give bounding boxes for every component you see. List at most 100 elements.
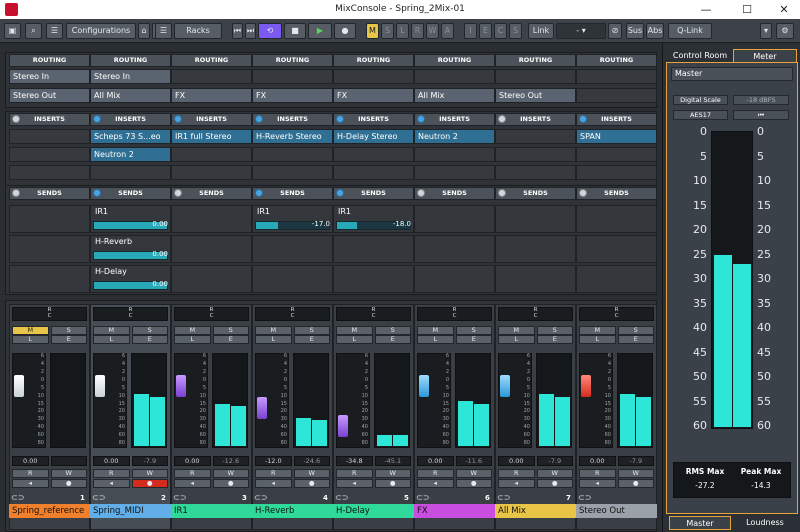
insert-slot-2[interactable] bbox=[495, 147, 576, 162]
record-enable-icon[interactable]: ● bbox=[293, 479, 330, 488]
routing-output-slot[interactable]: Stereo Out bbox=[9, 88, 90, 103]
insert-power-icon[interactable] bbox=[255, 115, 263, 123]
meter-value[interactable]: -7.9 bbox=[536, 456, 573, 466]
insert-slot-2[interactable]: Neutron 2 bbox=[90, 147, 171, 162]
insert-slot-3[interactable] bbox=[90, 165, 171, 180]
read-global-button[interactable]: R bbox=[411, 23, 424, 39]
routing-output-slot[interactable]: All Mix bbox=[90, 88, 171, 103]
insert-power-icon[interactable] bbox=[174, 115, 182, 123]
unlink-icon[interactable]: ⊘ bbox=[608, 23, 622, 39]
go-to-end-icon[interactable]: ⏭ bbox=[245, 23, 256, 39]
channel-name[interactable]: FX bbox=[414, 504, 495, 518]
link-button[interactable]: Link bbox=[528, 23, 554, 39]
insert-slot-1[interactable]: Neutron 2 bbox=[414, 129, 495, 144]
solo-button[interactable]: S bbox=[212, 326, 249, 335]
home-icon[interactable]: ⌂ bbox=[138, 23, 150, 39]
insert-power-icon[interactable] bbox=[336, 115, 344, 123]
record-enable-icon[interactable]: ● bbox=[131, 479, 168, 488]
tab-meter[interactable]: Meter bbox=[733, 49, 797, 62]
rms-max-value[interactable]: -27.2 bbox=[680, 481, 730, 490]
fader-handle[interactable] bbox=[176, 374, 186, 397]
send-value[interactable]: 0.00 bbox=[93, 220, 168, 228]
mute-button[interactable]: M bbox=[579, 326, 616, 335]
minimize-button[interactable]: — bbox=[690, 1, 722, 18]
fader-value[interactable]: -12.0 bbox=[255, 456, 292, 466]
insert-power-icon[interactable] bbox=[417, 115, 425, 123]
send-slot[interactable] bbox=[252, 235, 333, 263]
routing-output-slot[interactable]: FX bbox=[333, 88, 414, 103]
tab-loudness[interactable]: Loudness bbox=[733, 516, 797, 530]
insert-slot-2[interactable] bbox=[252, 147, 333, 162]
routing-output-slot[interactable] bbox=[576, 88, 657, 103]
monitor-icon[interactable]: ◂ bbox=[174, 479, 211, 488]
send-slot[interactable] bbox=[9, 235, 90, 263]
read-button[interactable]: R bbox=[498, 469, 535, 478]
insert-slot-2[interactable] bbox=[414, 147, 495, 162]
listen-button[interactable]: L bbox=[417, 335, 454, 344]
send-value[interactable]: -17.0 bbox=[255, 220, 330, 228]
edit-button[interactable]: E bbox=[536, 335, 573, 344]
meter-value[interactable] bbox=[50, 456, 87, 466]
fader-value[interactable]: 0.00 bbox=[579, 456, 616, 466]
insert-slot-3[interactable] bbox=[333, 165, 414, 180]
write-button[interactable]: W bbox=[212, 469, 249, 478]
write-button[interactable]: W bbox=[131, 469, 168, 478]
write-button[interactable]: W bbox=[293, 469, 330, 478]
send-slot[interactable] bbox=[495, 205, 576, 233]
monitor-icon[interactable]: ◂ bbox=[417, 479, 454, 488]
fader-handle[interactable] bbox=[338, 415, 348, 438]
insert-power-icon[interactable] bbox=[579, 115, 587, 123]
routing-output-slot[interactable]: Stereo Out bbox=[495, 88, 576, 103]
insert-slot-3[interactable] bbox=[414, 165, 495, 180]
record-enable-icon[interactable]: ● bbox=[374, 479, 411, 488]
send-slot[interactable] bbox=[576, 235, 657, 263]
fader-value[interactable]: 0.00 bbox=[174, 456, 211, 466]
mute-button[interactable]: M bbox=[417, 326, 454, 335]
channel-name[interactable]: H-Delay bbox=[333, 504, 414, 518]
routing-input-slot[interactable] bbox=[414, 69, 495, 84]
record-enable-icon[interactable]: ● bbox=[212, 479, 249, 488]
solo-button[interactable]: S bbox=[455, 326, 492, 335]
solo-button[interactable]: S bbox=[131, 326, 168, 335]
tab-master[interactable]: Master bbox=[669, 516, 731, 530]
insert-slot-3[interactable] bbox=[252, 165, 333, 180]
fader-handle[interactable] bbox=[14, 374, 24, 397]
insert-slot-1[interactable] bbox=[9, 129, 90, 144]
listen-button[interactable]: L bbox=[12, 335, 49, 344]
strip-bypass-button[interactable]: C bbox=[494, 23, 507, 39]
play-icon[interactable]: ▶ bbox=[308, 23, 332, 39]
channel-name[interactable]: Spring_MIDI bbox=[90, 504, 171, 518]
routing-input-slot[interactable] bbox=[576, 69, 657, 84]
meter-value[interactable]: -45.1 bbox=[374, 456, 411, 466]
channel-name[interactable]: All Mix bbox=[495, 504, 576, 518]
suspend-button[interactable]: Sus bbox=[626, 23, 644, 39]
send-slot[interactable] bbox=[495, 235, 576, 263]
insert-slot-2[interactable] bbox=[171, 147, 252, 162]
edit-button[interactable]: E bbox=[131, 335, 168, 344]
meter-value[interactable]: -11.6 bbox=[455, 456, 492, 466]
write-button[interactable]: W bbox=[617, 469, 654, 478]
send-slot[interactable] bbox=[333, 235, 414, 263]
eq-bypass-button[interactable]: E bbox=[479, 23, 492, 39]
mute-button[interactable]: M bbox=[498, 326, 535, 335]
monitor-icon[interactable]: ◂ bbox=[12, 479, 49, 488]
listen-button[interactable]: L bbox=[93, 335, 130, 344]
configurations-button[interactable]: Configurations bbox=[66, 23, 136, 39]
insert-slot-2[interactable] bbox=[576, 147, 657, 162]
go-to-start-icon[interactable]: ⏮ bbox=[232, 23, 243, 39]
write-button[interactable]: W bbox=[536, 469, 573, 478]
send-slot[interactable] bbox=[171, 205, 252, 233]
send-slot[interactable] bbox=[171, 235, 252, 263]
solo-button[interactable]: S bbox=[536, 326, 573, 335]
send-power-icon[interactable] bbox=[417, 189, 425, 197]
link-group-select[interactable]: - ▾ bbox=[556, 23, 606, 39]
routing-input-slot[interactable] bbox=[495, 69, 576, 84]
fader-value[interactable]: 0.00 bbox=[93, 456, 130, 466]
send-slot[interactable] bbox=[495, 265, 576, 293]
send-value[interactable]: 0.00 bbox=[93, 280, 168, 288]
send-power-icon[interactable] bbox=[255, 189, 263, 197]
channel-name[interactable]: Spring_reference bbox=[9, 504, 90, 518]
insert-slot-3[interactable] bbox=[171, 165, 252, 180]
monitor-icon[interactable]: ◂ bbox=[336, 479, 373, 488]
edit-button[interactable]: E bbox=[293, 335, 330, 344]
